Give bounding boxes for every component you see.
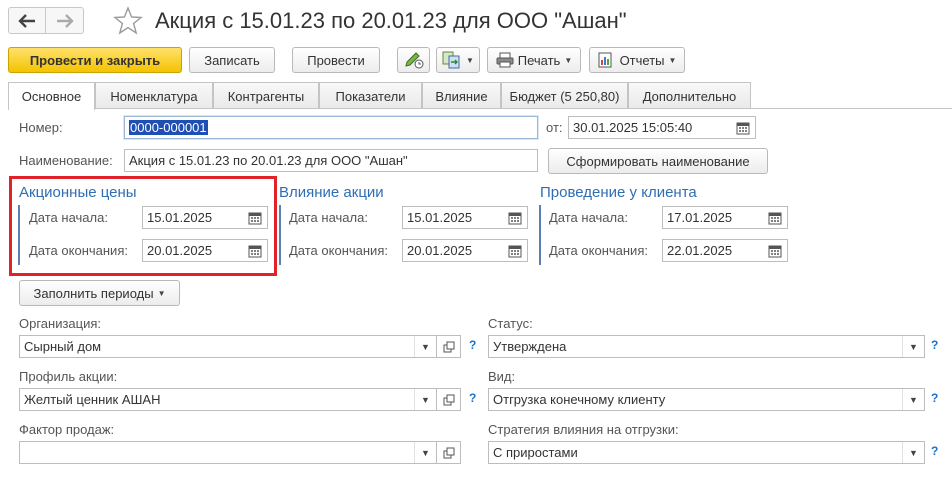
strategy-select[interactable]: С приростами ▼ xyxy=(488,441,925,464)
dropdown-arrow-icon[interactable]: ▼ xyxy=(902,389,924,410)
influence-group-title: Влияние акции xyxy=(279,184,384,201)
tab-main[interactable]: Основное xyxy=(8,82,95,110)
client-end-label: Дата окончания: xyxy=(549,243,648,258)
edit-log-button[interactable] xyxy=(397,47,430,73)
name-label: Наименование: xyxy=(19,153,113,168)
org-value: Сырный дом xyxy=(24,339,102,354)
influence-group-bar xyxy=(279,205,281,265)
influence-end-value: 20.01.2025 xyxy=(407,243,473,258)
print-button[interactable]: Печать ▼ xyxy=(487,47,581,73)
dropdown-caret-icon: ▼ xyxy=(668,55,677,65)
client-group-bar xyxy=(539,205,541,265)
org-label: Организация: xyxy=(19,316,102,331)
print-label: Печать xyxy=(517,52,561,68)
documents-arrow-icon xyxy=(442,51,460,69)
factor-select[interactable]: ▼ xyxy=(19,441,437,464)
arrow-right-icon xyxy=(56,13,74,28)
status-select[interactable]: Утверждена ▼ xyxy=(488,335,925,358)
profile-value: Желтый ценник АШАН xyxy=(24,392,161,407)
client-start-input[interactable]: 17.01.2025 xyxy=(662,206,788,229)
kind-label: Вид: xyxy=(488,369,516,384)
date-input[interactable]: 30.01.2025 15:05:40 xyxy=(568,116,756,139)
profile-label: Профиль акции: xyxy=(19,369,118,384)
reports-label: Отчеты xyxy=(619,52,665,68)
number-input[interactable]: 0000-000001 xyxy=(124,116,538,139)
client-end-input[interactable]: 22.01.2025 xyxy=(662,239,788,262)
save-button[interactable]: Записать xyxy=(189,47,275,73)
form-name-button[interactable]: Сформировать наименование xyxy=(548,148,768,174)
org-select[interactable]: Сырный дом ▼ xyxy=(19,335,437,358)
reports-button[interactable]: Отчеты ▼ xyxy=(589,47,685,73)
dropdown-arrow-icon[interactable]: ▼ xyxy=(414,389,436,410)
tab-budget[interactable]: Бюджет (5 250,80) xyxy=(501,82,628,109)
tab-influence[interactable]: Влияние xyxy=(422,82,501,109)
dropdown-arrow-icon[interactable]: ▼ xyxy=(902,336,924,357)
dropdown-caret-icon: ▼ xyxy=(466,55,474,65)
printer-icon xyxy=(496,52,514,68)
dropdown-arrow-icon[interactable]: ▼ xyxy=(414,442,436,463)
post-and-close-button[interactable]: Провести и закрыть xyxy=(8,47,182,73)
profile-open-button[interactable] xyxy=(437,388,461,411)
profile-help-icon[interactable]: ? xyxy=(469,391,476,405)
strategy-label: Стратегия влияния на отгрузки: xyxy=(488,422,679,437)
fill-periods-button[interactable]: Заполнить периоды ▼ xyxy=(19,280,180,306)
open-window-icon xyxy=(443,394,454,405)
fill-periods-label: Заполнить периоды xyxy=(33,285,154,301)
forward-button[interactable] xyxy=(46,7,84,34)
favorite-star-icon[interactable] xyxy=(113,6,143,36)
calendar-icon[interactable] xyxy=(763,207,787,228)
date-label: от: xyxy=(546,120,563,135)
status-label: Статус: xyxy=(488,316,533,331)
report-icon xyxy=(598,52,612,68)
calendar-icon[interactable] xyxy=(503,207,527,228)
factor-label: Фактор продаж: xyxy=(19,422,115,437)
post-button[interactable]: Провести xyxy=(292,47,380,73)
influence-start-label: Дата начала: xyxy=(289,210,368,225)
strategy-value: С приростами xyxy=(493,445,578,460)
name-input[interactable]: Акция с 15.01.23 по 20.01.23 для ООО "Аш… xyxy=(124,149,538,172)
influence-end-label: Дата окончания: xyxy=(289,243,388,258)
influence-start-input[interactable]: 15.01.2025 xyxy=(402,206,528,229)
dropdown-arrow-icon[interactable]: ▼ xyxy=(414,336,436,357)
highlight-box xyxy=(9,176,277,276)
client-group-title: Проведение у клиента xyxy=(540,184,697,201)
factor-open-button[interactable] xyxy=(437,441,461,464)
profile-select[interactable]: Желтый ценник АШАН ▼ xyxy=(19,388,437,411)
pencil-clock-icon xyxy=(404,52,423,69)
status-value: Утверждена xyxy=(493,339,567,354)
strategy-help-icon[interactable]: ? xyxy=(931,444,938,458)
kind-select[interactable]: Отгрузка конечному клиенту ▼ xyxy=(488,388,925,411)
kind-value: Отгрузка конечному клиенту xyxy=(493,392,666,407)
create-based-on-button[interactable]: ▼ xyxy=(436,47,480,73)
tab-additional[interactable]: Дополнительно xyxy=(628,82,751,109)
open-window-icon xyxy=(443,341,454,352)
tab-indicators[interactable]: Показатели xyxy=(319,82,422,109)
tab-nomenclature[interactable]: Номенклатура xyxy=(95,82,213,109)
number-value: 0000-000001 xyxy=(129,120,208,135)
calendar-icon[interactable] xyxy=(503,240,527,261)
client-start-value: 17.01.2025 xyxy=(667,210,733,225)
tab-divider xyxy=(8,108,952,109)
dropdown-caret-icon: ▼ xyxy=(564,55,573,65)
dropdown-caret-icon: ▼ xyxy=(157,288,166,298)
back-button[interactable] xyxy=(8,7,46,34)
influence-start-value: 15.01.2025 xyxy=(407,210,473,225)
influence-end-input[interactable]: 20.01.2025 xyxy=(402,239,528,262)
dropdown-arrow-icon[interactable]: ▼ xyxy=(902,442,924,463)
date-value: 30.01.2025 15:05:40 xyxy=(573,120,693,135)
open-window-icon xyxy=(443,447,454,458)
calendar-icon[interactable] xyxy=(763,240,787,261)
arrow-left-icon xyxy=(18,13,35,28)
calendar-icon[interactable] xyxy=(731,117,755,138)
client-start-label: Дата начала: xyxy=(549,210,628,225)
kind-help-icon[interactable]: ? xyxy=(931,391,938,405)
status-help-icon[interactable]: ? xyxy=(931,338,938,352)
org-help-icon[interactable]: ? xyxy=(469,338,476,352)
tab-counterparties[interactable]: Контрагенты xyxy=(213,82,319,109)
org-open-button[interactable] xyxy=(437,335,461,358)
window-title: Акция с 15.01.23 по 20.01.23 для ООО "Аш… xyxy=(155,8,627,33)
number-label: Номер: xyxy=(19,120,63,135)
client-end-value: 22.01.2025 xyxy=(667,243,733,258)
